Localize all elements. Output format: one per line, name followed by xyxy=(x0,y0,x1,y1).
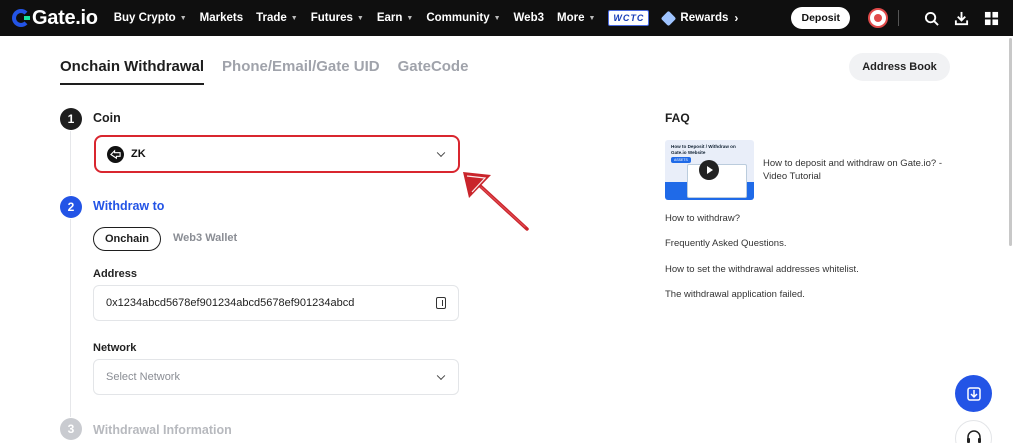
faq-title: FAQ xyxy=(665,111,690,125)
coin-select[interactable]: ZK xyxy=(94,135,460,173)
download-icon[interactable] xyxy=(951,8,971,28)
chevron-down-icon: ▼ xyxy=(290,14,298,22)
tab-phone-email-uid[interactable]: Phone/Email/Gate UID xyxy=(222,58,380,85)
nav-item-earn[interactable]: Earn ▼ xyxy=(377,12,414,24)
step-3-label: Withdrawal Information xyxy=(93,423,232,437)
zk-coin-icon xyxy=(107,145,124,163)
step-2-label: Withdraw to xyxy=(93,199,165,213)
tab-gatecode[interactable]: GateCode xyxy=(398,58,469,85)
chevron-down-icon: ▼ xyxy=(588,14,596,22)
address-book-button[interactable]: Address Book xyxy=(849,53,950,81)
chevron-down-icon: ▼ xyxy=(179,14,187,22)
network-label: Network xyxy=(93,342,137,354)
tab-onchain-withdrawal[interactable]: Onchain Withdrawal xyxy=(60,58,205,85)
faq-link[interactable]: Frequently Asked Questions. xyxy=(665,238,786,249)
faq-video-thumbnail[interactable]: How to Deposit / Withdraw on Gate.io Web… xyxy=(665,140,754,200)
nav-item-more[interactable]: More ▼ xyxy=(557,12,595,24)
top-nav: Gate.io Buy Crypto ▼ Markets Trade ▼ Futur… xyxy=(0,0,1013,36)
chevron-down-icon xyxy=(436,148,446,158)
faq-link[interactable]: How to set the withdrawal addresses whit… xyxy=(665,264,859,275)
nav-item-community[interactable]: Community ▼ xyxy=(426,12,500,24)
thumb-title: How to Deposit / Withdraw on Gate.io Web… xyxy=(671,144,736,155)
download-icon xyxy=(966,386,981,401)
chevron-down-icon: ▼ xyxy=(406,14,414,22)
thumb-badge: ASSETS xyxy=(671,157,691,163)
logo-text: Gate.io xyxy=(32,6,98,29)
address-value: 0x1234abcd5678ef901234abcd5678ef901234ab… xyxy=(106,297,355,309)
rewards-link[interactable]: Rewards › xyxy=(661,10,739,26)
nav-menu: Buy Crypto ▼ Markets Trade ▼ Futures ▼ Earn… xyxy=(114,10,739,26)
nav-item-buy-crypto[interactable]: Buy Crypto ▼ xyxy=(114,12,187,24)
grid-menu-icon[interactable] xyxy=(981,8,1001,28)
step-1-label: Coin xyxy=(93,111,121,125)
network-select[interactable]: Select Network xyxy=(93,359,459,395)
gate-logo[interactable]: Gate.io xyxy=(12,7,98,30)
withdraw-tabs: Onchain Withdrawal Phone/Email/Gate UID … xyxy=(60,58,486,85)
chevron-right-icon: › xyxy=(734,11,739,25)
chevron-down-icon: ▼ xyxy=(493,14,501,22)
chevron-down-icon xyxy=(436,371,446,381)
address-label: Address xyxy=(93,268,138,280)
scrollbar[interactable] xyxy=(1009,38,1012,246)
gem-icon xyxy=(661,10,677,26)
step-connector xyxy=(70,131,71,195)
chevron-down-icon: ▼ xyxy=(356,14,364,22)
support-button[interactable] xyxy=(955,420,992,443)
faq-link[interactable]: How to withdraw? xyxy=(665,213,740,224)
play-icon[interactable] xyxy=(699,160,719,180)
step-1-badge: 1 xyxy=(60,108,82,130)
nav-item-markets[interactable]: Markets xyxy=(200,12,243,24)
avatar[interactable] xyxy=(868,8,888,28)
floating-download-button[interactable] xyxy=(955,375,992,412)
deposit-button[interactable]: Deposit xyxy=(791,7,850,29)
nav-item-web3[interactable]: Web3 xyxy=(514,12,544,24)
nav-item-futures[interactable]: Futures ▼ xyxy=(311,12,364,24)
search-icon[interactable] xyxy=(921,8,941,28)
withdraw-to-web3-toggle[interactable]: Web3 Wallet xyxy=(173,232,237,244)
address-input[interactable]: 0x1234abcd5678ef901234abcd5678ef901234ab… xyxy=(93,285,459,321)
step-connector xyxy=(70,219,71,417)
annotation-arrow-icon xyxy=(463,172,529,231)
coin-symbol: ZK xyxy=(131,148,146,160)
nav-item-trade[interactable]: Trade ▼ xyxy=(256,12,298,24)
divider xyxy=(898,10,899,26)
step-3-badge: 3 xyxy=(60,418,82,440)
faq-link[interactable]: The withdrawal application failed. xyxy=(665,289,805,300)
nav-right: Deposit xyxy=(791,0,1001,36)
faq-video-link[interactable]: How to deposit and withdraw on Gate.io? … xyxy=(763,157,963,183)
headset-icon xyxy=(966,430,981,443)
withdraw-to-onchain-toggle[interactable]: Onchain xyxy=(93,227,161,251)
wctc-badge[interactable]: WCTC xyxy=(608,10,650,26)
address-book-icon[interactable] xyxy=(436,297,446,309)
step-2-badge: 2 xyxy=(60,196,82,218)
network-placeholder: Select Network xyxy=(106,371,180,383)
gate-logo-icon xyxy=(12,9,30,27)
